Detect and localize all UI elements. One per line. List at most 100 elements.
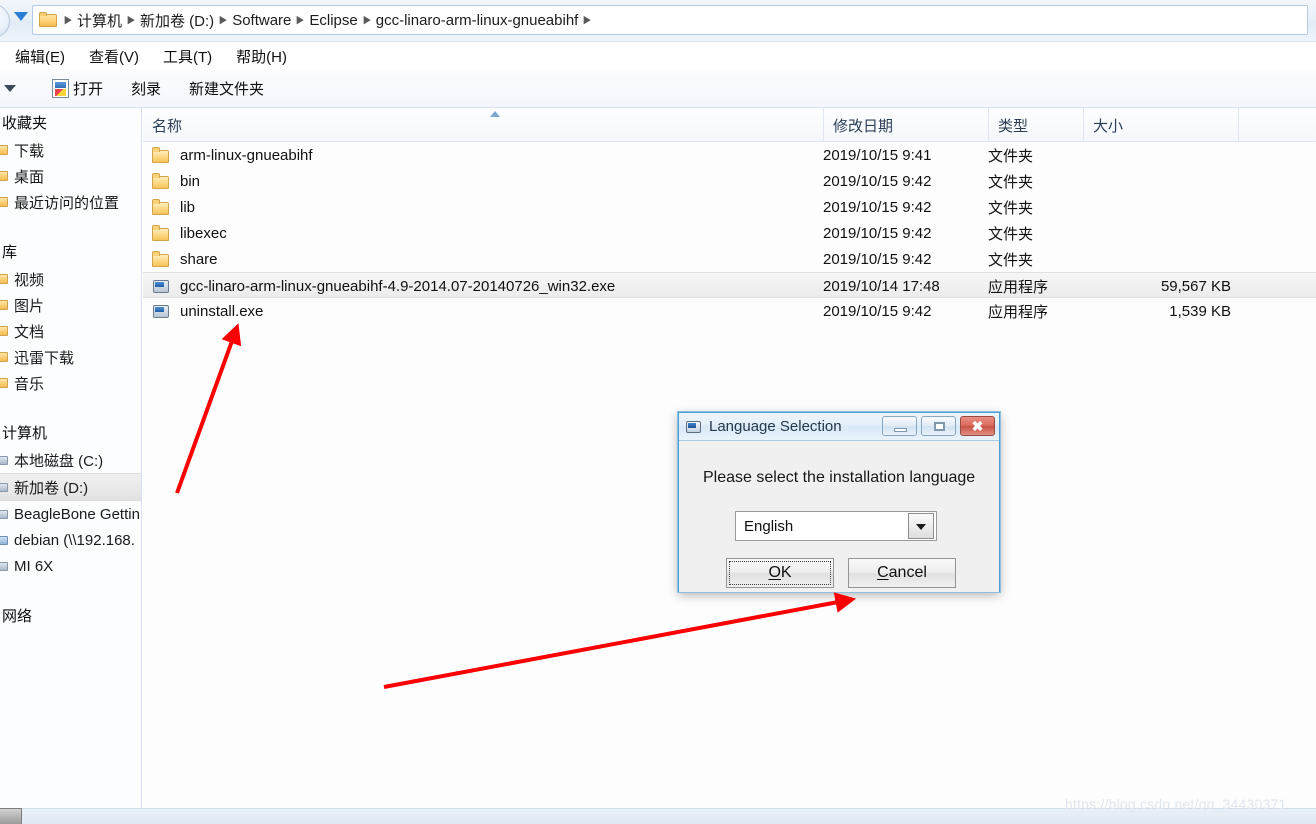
breadcrumb-item[interactable]: 新加卷 (D:): [138, 10, 216, 31]
file-date-cell: 2019/10/15 9:41: [823, 146, 932, 164]
chevron-down-icon[interactable]: [908, 513, 934, 539]
toolbar: 打开 刻录 新建文件夹: [0, 70, 1316, 108]
dialog-title-bar[interactable]: Language Selection ✖: [679, 413, 999, 441]
language-selection-dialog[interactable]: Language Selection ✖ Please select the i…: [678, 412, 1000, 592]
sidebar-item-desktop[interactable]: 桌面: [0, 163, 141, 189]
maximize-icon[interactable]: [921, 416, 956, 436]
sidebar-item-label: 视频: [14, 271, 45, 289]
menu-item-view[interactable]: 查看(V): [77, 44, 151, 69]
sidebar-group-libraries[interactable]: 库: [0, 237, 141, 266]
file-size-cell: [1083, 194, 1231, 220]
navigation-pane[interactable]: 收藏夹 下载 桌面 最近访问的位置 库 视频 图片 文档 迅雷下载 音乐 计算机…: [0, 108, 142, 808]
burn-button-label: 刻录: [131, 81, 162, 98]
close-icon[interactable]: ✖: [960, 416, 995, 436]
drive-icon: [0, 453, 9, 467]
watermark: https://blog.csdn.net/qq_34430371: [1065, 796, 1287, 812]
table-row[interactable]: libexec 2019/10/15 9:42 文件夹: [143, 220, 1316, 246]
file-name-cell: arm-linux-gnueabihf: [152, 142, 313, 168]
file-date-cell: 2019/10/15 9:42: [823, 302, 932, 320]
breadcrumb-separator: ▶: [583, 13, 591, 26]
back-circle-icon[interactable]: [0, 4, 10, 38]
table-row-selected[interactable]: gcc-linaro-arm-linux-gnueabihf-4.9-2014.…: [143, 272, 1316, 298]
sidebar-item-label: 下载: [14, 142, 45, 160]
sidebar-item-local-disk-c[interactable]: 本地磁盘 (C:): [0, 447, 141, 473]
chevron-down-icon[interactable]: [4, 85, 16, 92]
minimize-icon[interactable]: [882, 416, 917, 436]
cancel-button-accel: C: [877, 564, 889, 581]
folder-icon: [152, 146, 172, 164]
file-name-label: libexec: [180, 224, 227, 242]
column-header-size[interactable]: 大小: [1083, 108, 1238, 142]
menu-item-help[interactable]: 帮助(H): [224, 44, 299, 69]
sidebar-item-music[interactable]: 音乐: [0, 370, 141, 396]
language-select-value: English: [744, 517, 794, 535]
sidebar-group-computer[interactable]: 计算机: [0, 418, 141, 447]
file-name-cell: gcc-linaro-arm-linux-gnueabihf-4.9-2014.…: [152, 273, 615, 299]
column-header-name[interactable]: 名称: [143, 108, 823, 142]
file-size-cell: [1083, 142, 1231, 168]
folder-icon: [0, 376, 9, 390]
new-folder-button[interactable]: 新建文件夹: [175, 75, 278, 102]
folder-icon: [0, 143, 9, 157]
sidebar-item-pictures[interactable]: 图片: [0, 292, 141, 318]
ok-button[interactable]: OK: [726, 558, 834, 588]
open-button-label: 打开: [73, 81, 104, 98]
breadcrumb-item[interactable]: Software: [230, 12, 293, 29]
breadcrumb-item[interactable]: gcc-linaro-arm-linux-gnueabihf: [374, 12, 581, 29]
sidebar-group-favorites[interactable]: 收藏夹: [0, 108, 141, 137]
sidebar-item-beaglebone[interactable]: BeagleBone Gettin: [0, 501, 141, 527]
sidebar-item-documents[interactable]: 文档: [0, 318, 141, 344]
table-row[interactable]: uninstall.exe 2019/10/15 9:42 应用程序 1,539…: [143, 298, 1316, 324]
table-row[interactable]: lib 2019/10/15 9:42 文件夹: [143, 194, 1316, 220]
open-button[interactable]: 打开: [38, 75, 117, 102]
language-select[interactable]: English: [735, 511, 937, 541]
file-size-cell: [1083, 168, 1231, 194]
menu-item-edit[interactable]: 编辑(E): [3, 44, 77, 69]
file-size-cell: [1083, 246, 1231, 272]
network-drive-icon: [0, 533, 9, 547]
file-name-label: lib: [180, 198, 196, 216]
file-name-label: share: [180, 250, 218, 268]
cancel-button[interactable]: Cancel: [848, 558, 956, 588]
file-date-cell: 2019/10/14 17:48: [823, 277, 940, 295]
burn-button[interactable]: 刻录: [117, 75, 175, 102]
file-type-cell: 应用程序: [988, 278, 1049, 296]
resize-grip[interactable]: [0, 808, 22, 824]
column-header-extra[interactable]: [1238, 108, 1316, 142]
window-controls: ✖: [882, 416, 995, 436]
file-date-cell: 2019/10/15 9:42: [823, 250, 932, 268]
sidebar-item-recent-places[interactable]: 最近访问的位置: [0, 189, 141, 215]
sidebar-item-new-volume-d[interactable]: 新加卷 (D:): [0, 473, 141, 501]
breadcrumb-item[interactable]: 计算机: [75, 10, 124, 31]
file-type-cell: 文件夹: [988, 173, 1034, 191]
breadcrumb[interactable]: ▶ 计算机 ▶ 新加卷 (D:) ▶ Software ▶ Eclipse ▶ …: [32, 5, 1308, 35]
sidebar-item-mi-6x[interactable]: MI 6X: [0, 553, 141, 579]
table-row[interactable]: share 2019/10/15 9:42 文件夹: [143, 246, 1316, 272]
file-type-cell: 文件夹: [988, 225, 1034, 243]
file-name-label: uninstall.exe: [180, 302, 264, 320]
sidebar-item-label: BeagleBone Gettin: [14, 505, 140, 523]
sidebar-item-label: 最近访问的位置: [14, 194, 120, 212]
folder-icon: [39, 12, 58, 28]
column-header-date-modified[interactable]: 修改日期: [823, 108, 988, 142]
table-row[interactable]: arm-linux-gnueabihf 2019/10/15 9:41 文件夹: [143, 142, 1316, 168]
sidebar-item-videos[interactable]: 视频: [0, 266, 141, 292]
sidebar-item-downloads[interactable]: 下载: [0, 137, 141, 163]
file-date-cell: 2019/10/15 9:42: [823, 224, 932, 242]
column-header-type[interactable]: 类型: [988, 108, 1083, 142]
sidebar-item-thunder-downloads[interactable]: 迅雷下载: [0, 344, 141, 370]
open-file-icon: [52, 79, 69, 98]
folder-icon: [0, 350, 9, 364]
installer-icon: [685, 418, 703, 436]
file-date-cell: 2019/10/15 9:42: [823, 172, 932, 190]
sidebar-group-network[interactable]: 网络: [0, 601, 141, 630]
menu-item-tools[interactable]: 工具(T): [151, 44, 224, 69]
table-row[interactable]: bin 2019/10/15 9:42 文件夹: [143, 168, 1316, 194]
column-header-row: 名称 修改日期 类型 大小: [143, 108, 1316, 142]
breadcrumb-item[interactable]: Eclipse: [307, 12, 359, 29]
history-dropdown-icon[interactable]: [14, 12, 28, 21]
file-name-cell: libexec: [152, 220, 227, 246]
sidebar-item-debian-share[interactable]: debian (\\192.168.: [0, 527, 141, 553]
breadcrumb-separator: ▶: [127, 13, 135, 26]
